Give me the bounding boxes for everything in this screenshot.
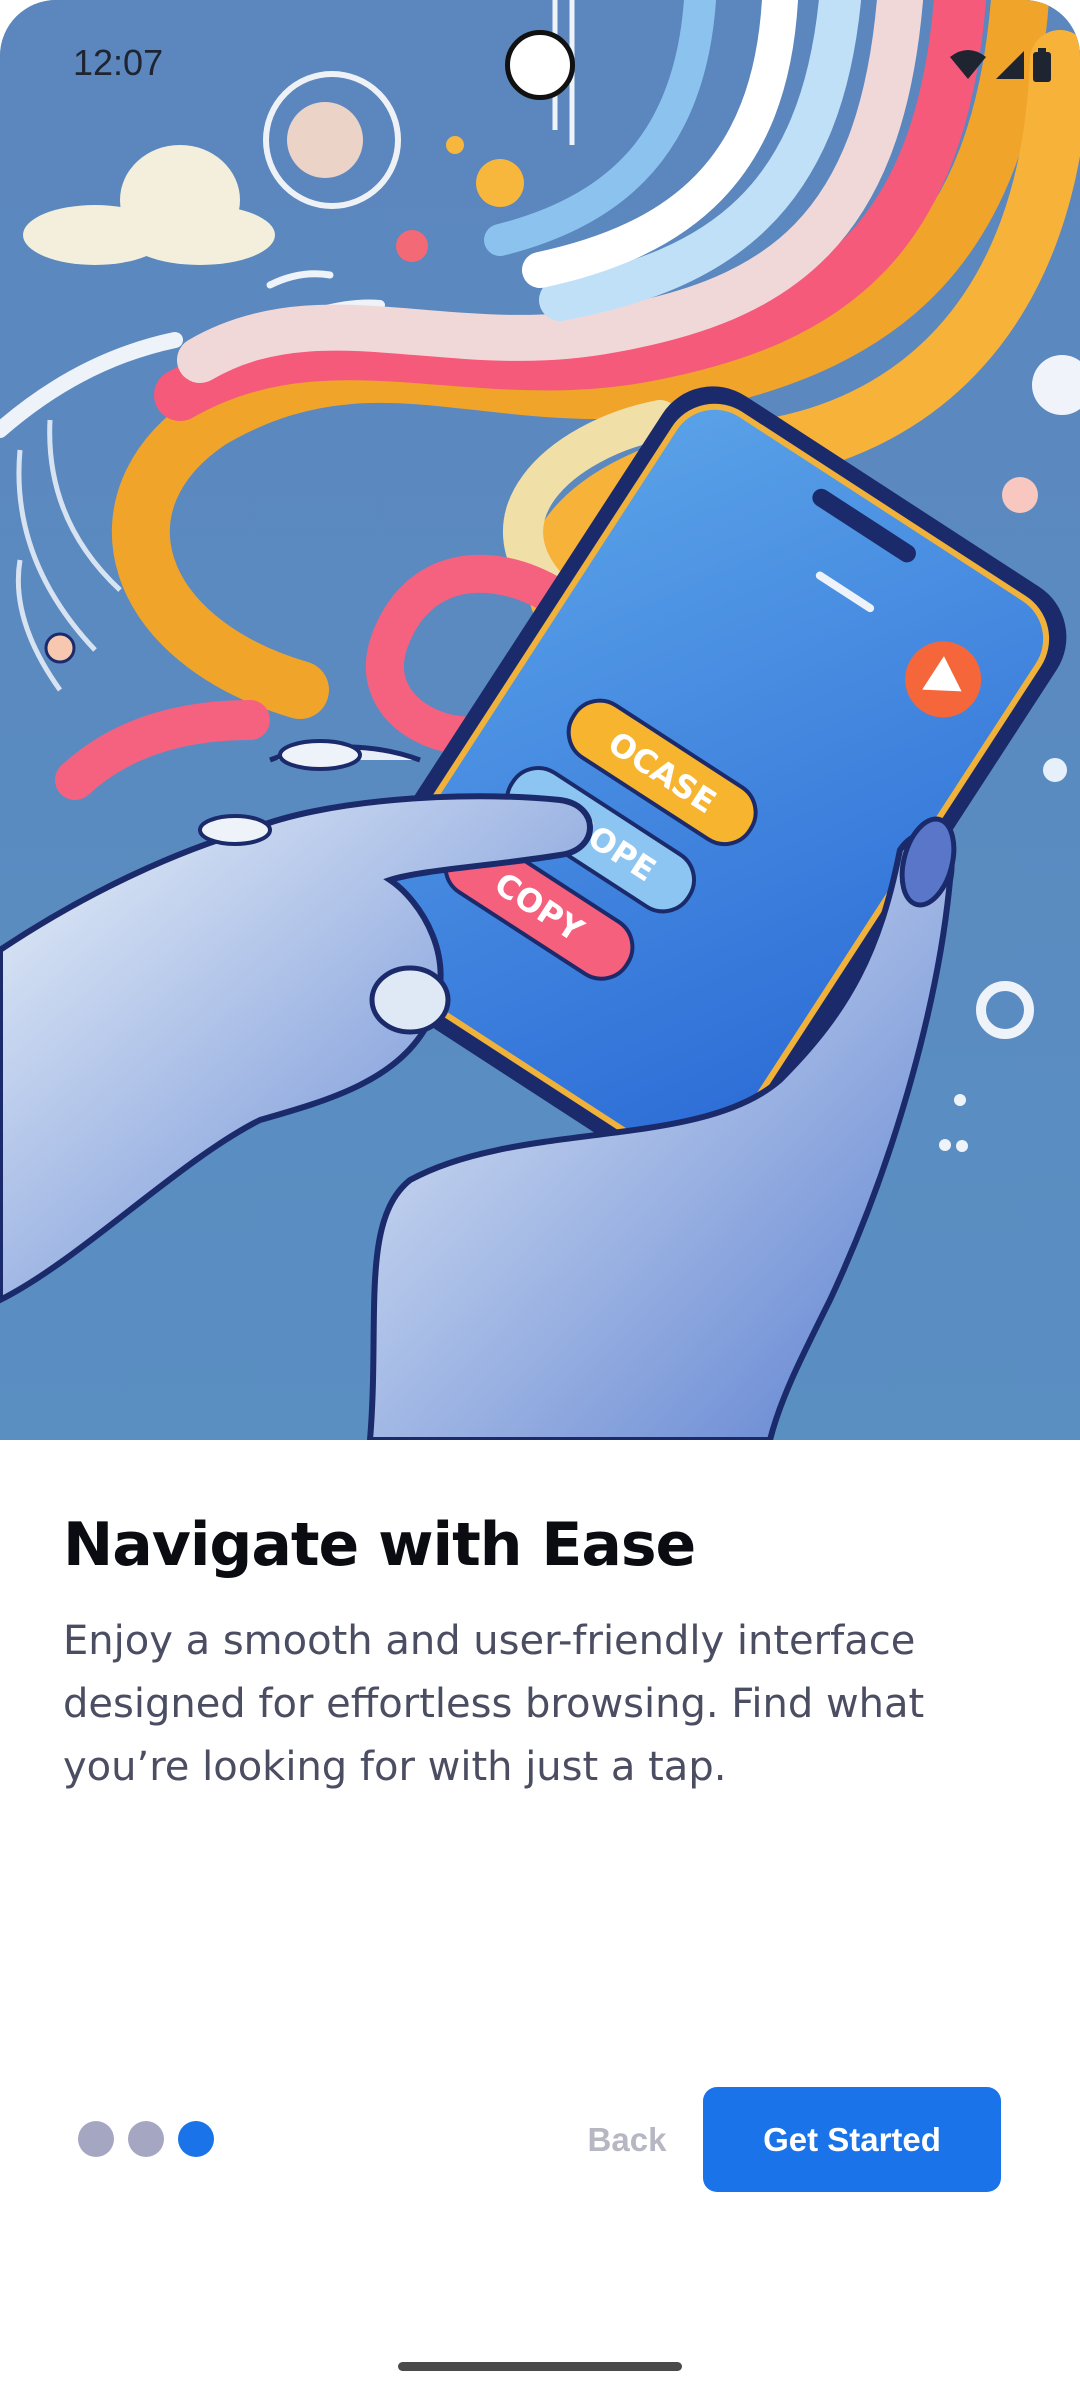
status-icons <box>948 48 1052 87</box>
hand-holding-phone-illustration: OCASE DBOPE COPY <box>0 0 1080 1440</box>
get-started-button[interactable]: Get Started <box>703 2087 1001 2192</box>
onboarding-screen: OCASE DBOPE COPY 12:07 Navigate with Eas… <box>0 0 1080 2400</box>
pager-dots <box>78 2121 214 2157</box>
wifi-icon <box>948 49 988 86</box>
description-text: Enjoy a smooth and user-friendly interfa… <box>63 1618 925 1790</box>
pager-dot <box>78 2121 114 2157</box>
status-time: 12:07 <box>73 42 164 83</box>
home-indicator[interactable] <box>398 2362 682 2371</box>
battery-icon <box>1032 48 1052 87</box>
cell-signal-icon <box>994 49 1026 86</box>
pager-dot-active <box>178 2121 214 2157</box>
pager-dot <box>128 2121 164 2157</box>
status-bar: 12:07 <box>0 0 1080 130</box>
page-title: Navigate with Ease <box>63 1510 696 1580</box>
back-button[interactable]: Back <box>560 2100 694 2180</box>
camera-cutout <box>505 30 575 100</box>
hero-illustration: OCASE DBOPE COPY <box>0 0 1080 1440</box>
